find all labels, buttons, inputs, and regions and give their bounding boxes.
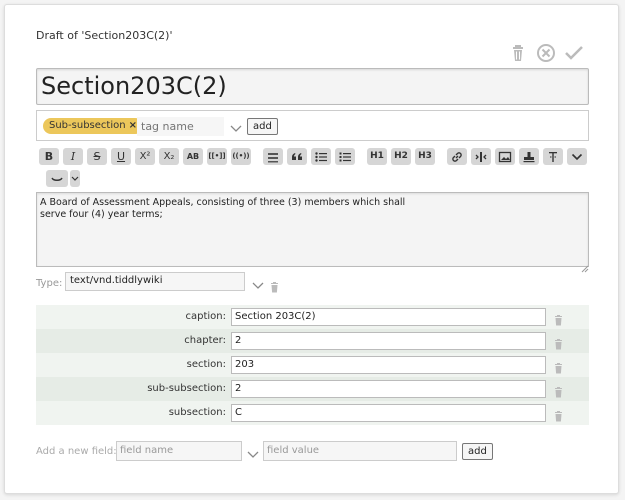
tag-pill[interactable]: Sub-subsection × [43,118,143,134]
field-delete-icon[interactable] [553,407,564,422]
superscript-button[interactable]: X² [135,148,155,165]
heading-2-button[interactable]: H2 [391,148,411,165]
field-name-dropdown-icon[interactable] [246,446,260,458]
subscript-button[interactable]: X₂ [159,148,179,165]
stamp-icon[interactable] [519,148,539,165]
body-textarea[interactable]: A Board of Assessment Appeals, consistin… [36,192,589,267]
tag-name-input[interactable] [137,117,224,136]
more-chevron-icon[interactable] [567,148,587,165]
field-row: section: 203 [36,353,589,377]
macro-button[interactable]: ((•)) [231,148,251,165]
field-row: subsection: C [36,401,589,425]
field-name: chapter: [184,335,226,346]
tag-dropdown-icon[interactable] [229,120,243,132]
field-delete-icon[interactable] [553,335,564,350]
quote-icon[interactable] [287,148,307,165]
field-name: subsection: [168,407,226,418]
new-field-name-input[interactable]: field name [116,441,242,461]
strikethrough-button[interactable]: S [87,148,107,165]
type-dropdown-icon[interactable] [251,277,265,289]
new-field-value-input[interactable]: field value [263,441,457,461]
field-value-input[interactable]: 2 [231,380,546,398]
preview-dropdown-icon[interactable] [70,170,80,187]
underline-button[interactable]: U [111,148,131,165]
tags-bar: Sub-subsection× add [36,110,589,141]
field-row: caption: Section 203C(2) [36,305,589,329]
add-field-button[interactable]: add [462,443,493,460]
tag-remove-icon[interactable]: × [129,120,137,131]
type-input[interactable]: text/vnd.tiddlywiki [65,272,245,291]
link-icon[interactable] [447,148,467,165]
field-delete-icon[interactable] [553,311,564,326]
field-name: caption: [185,311,227,322]
delete-icon[interactable] [507,42,529,64]
preview-icon[interactable] [46,170,68,187]
field-value-input[interactable]: 203 [231,356,546,374]
field-name: section: [186,359,226,370]
tag-label: Sub-subsection [49,120,126,131]
type-label: Type: [36,278,63,289]
tiddler-editor-frame: Draft of 'Section203C(2)' Section203C(2)… [4,4,619,494]
fields-table: caption: Section 203C(2) chapter: 2 sect… [36,305,589,425]
picture-icon[interactable] [495,148,515,165]
add-field-label: Add a new field: [36,446,117,457]
excise-icon[interactable] [543,148,563,165]
resize-handle-icon[interactable] [581,258,589,273]
field-row: sub-subsection: 2 [36,377,589,401]
bold-button[interactable]: B [39,148,59,165]
field-delete-icon[interactable] [553,359,564,374]
italic-button[interactable]: I [63,148,83,165]
cancel-icon[interactable] [535,42,557,64]
tag-add-button[interactable]: add [247,118,278,135]
bullet-list-icon[interactable] [311,148,331,165]
field-name: sub-subsection: [147,383,226,394]
type-delete-icon[interactable] [269,278,280,293]
heading-3-button[interactable]: H3 [415,148,435,165]
field-value-input[interactable]: C [231,404,546,422]
done-check-icon[interactable] [563,42,585,64]
smallcaps-button[interactable]: AB [183,148,203,165]
field-value-input[interactable]: Section 203C(2) [231,308,546,326]
transclude-button[interactable]: [[•]] [207,148,227,165]
linkify-icon[interactable] [471,148,491,165]
field-delete-icon[interactable] [553,383,564,398]
field-row: chapter: 2 [36,329,589,353]
field-value-input[interactable]: 2 [231,332,546,350]
title-input[interactable]: Section203C(2) [36,68,589,105]
heading-1-button[interactable]: H1 [367,148,387,165]
monospace-icon[interactable] [263,148,283,165]
draft-title: Draft of 'Section203C(2)' [36,29,173,42]
numbered-list-icon[interactable] [335,148,355,165]
